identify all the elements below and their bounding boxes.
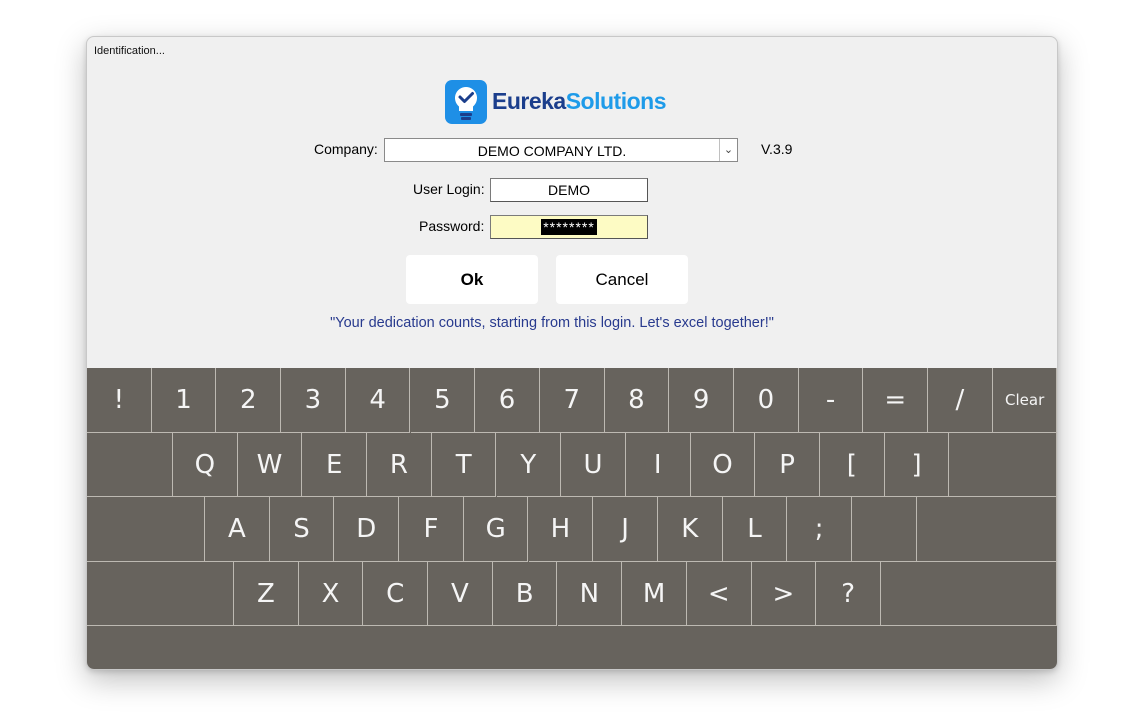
logo-word-eureka: Eureka [492,88,566,114]
key-o[interactable]: O [690,432,756,497]
key-symbol-row4-4[interactable]: B [492,561,558,626]
key-j[interactable]: J [593,497,658,562]
key-1[interactable]: 1 [151,368,217,433]
key-blank-row3 [852,497,917,562]
password-label: Password: [419,218,485,234]
key-0[interactable]: ! [87,368,152,433]
key-d[interactable]: D [334,497,400,562]
company-value: DEMO COMPANY LTD. [477,143,627,159]
key-symbol-row4-7[interactable]: < [686,561,752,626]
key-7[interactable]: 7 [539,368,605,433]
chevron-down-icon[interactable]: ⌄ [719,139,737,161]
key-symbol-row4-3[interactable]: V [428,561,493,626]
key-l[interactable]: L [722,497,788,562]
company-dropdown[interactable]: DEMO COMPANY LTD. ⌄ [384,138,738,162]
key-k[interactable]: K [657,497,723,562]
key-12[interactable]: = [863,368,929,433]
key-y[interactable]: Y [496,432,562,497]
motto-text: "Your dedication counts, starting from t… [330,315,774,331]
key-clear[interactable]: Clear [992,368,1057,433]
key-s[interactable]: S [269,497,335,562]
key-shift-right [881,561,1057,626]
key-symbol-row4-8[interactable]: > [751,561,817,626]
key-a[interactable]: A [205,497,270,562]
key-symbol-row4-0[interactable]: Z [234,561,299,626]
key-p[interactable]: P [755,432,820,497]
key-[[interactable]: [ [820,432,885,497]
key-4[interactable]: 4 [345,368,411,433]
on-screen-keyboard: ! 1 2 3 4 5 6 7 8 9 0- = / Clear Q W E R T Y U I O P[] A S D F G H J K L… [87,368,1057,669]
key-spacer-row2-left [87,432,173,497]
space-bar[interactable] [87,626,1057,669]
key-13[interactable]: / [928,368,993,433]
key-h[interactable]: H [528,497,594,562]
key-][interactable]: ] [884,432,950,497]
user-login-input[interactable]: DEMO [490,178,648,202]
cancel-button[interactable]: Cancel [556,255,688,304]
key-q[interactable]: Q [173,432,238,497]
key-e[interactable]: E [302,432,368,497]
ok-button[interactable]: Ok [406,255,538,304]
key-11[interactable]: - [798,368,864,433]
key-3[interactable]: 3 [281,368,346,433]
window-title: Identification... [94,45,165,57]
key-10[interactable]: 0 [734,368,799,433]
key-symbol-row4-2[interactable]: C [363,561,429,626]
logo-wordmark: EurekaSolutions [492,88,667,115]
key-w[interactable]: W [237,432,303,497]
key-symbol-row4-1[interactable]: X [298,561,364,626]
key-u[interactable]: U [561,432,626,497]
key-9[interactable]: 9 [669,368,734,433]
key-;[interactable]: ; [787,497,852,562]
key-f[interactable]: F [399,497,464,562]
key-r[interactable]: R [367,432,432,497]
key-t[interactable]: T [431,432,497,497]
key-8[interactable]: 8 [604,368,670,433]
title-bar: Identification... [87,37,1057,65]
key-symbol-row4-9[interactable]: ? [816,561,881,626]
eureka-logo: EurekaSolutions [445,80,675,124]
password-input[interactable]: ******** [490,215,648,239]
key-enter-area [949,432,1057,497]
key-5[interactable]: 5 [410,368,476,433]
password-mask: ******** [541,219,597,235]
key-spacer-row3-left [87,497,205,562]
user-login-label: User Login: [413,181,485,197]
key-i[interactable]: I [625,432,691,497]
logo-word-solutions: Solutions [565,88,667,114]
key-symbol-row4-6[interactable]: M [622,561,687,626]
company-label: Company: [314,141,378,157]
key-g[interactable]: G [463,497,529,562]
login-window: Identification... EurekaSolutions Compan… [86,36,1058,670]
key-2[interactable]: 2 [216,368,282,433]
key-symbol-row4-5[interactable]: N [557,561,623,626]
key-blank-row3-right [916,497,1057,562]
lightbulb-check-icon [445,80,487,124]
key-6[interactable]: 6 [475,368,540,433]
version-label: V.3.9 [761,141,793,157]
key-shift-left [87,561,234,626]
